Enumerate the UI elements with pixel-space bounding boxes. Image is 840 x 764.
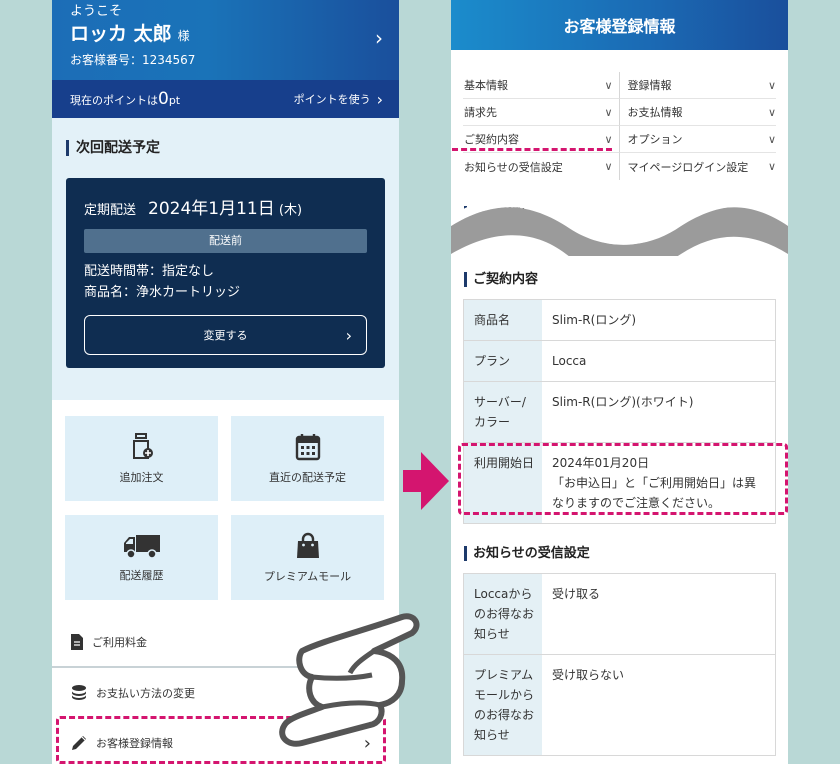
welcome-banner[interactable]: ようこそ ロッカ 太郎様 お客様番号：1234567 › bbox=[52, 0, 399, 80]
delivery-weekday: (木) bbox=[278, 203, 303, 218]
customer-info-screen: お客様登録情報 基本情報 ∨ 登録情報 ∨ 請求先 ∨ お支払情報 ∨ ご契約内容 ∨ オ… bbox=[451, 0, 788, 764]
chevron-down-icon: ∨ bbox=[767, 105, 776, 119]
table-row: 商品名 Slim-R(ロング) bbox=[464, 300, 775, 341]
calendar-icon bbox=[295, 433, 320, 460]
table-row: プレミアムモールからのお得なお知らせ 受け取らない bbox=[464, 655, 775, 756]
points-value: 0 bbox=[158, 89, 169, 109]
delivery-time-slot: 配送時間帯：指定なし bbox=[84, 264, 215, 279]
greeting-text: ようこそ bbox=[70, 4, 123, 19]
change-button-label: 変更する bbox=[203, 329, 248, 342]
delivery-type: 定期配送 bbox=[84, 203, 137, 218]
nav-login-settings[interactable]: マイページログイン設定 ∨ bbox=[620, 153, 777, 180]
notice-section-title: お知らせの受信設定 bbox=[464, 546, 788, 561]
chevron-down-icon: ∨ bbox=[604, 132, 613, 146]
tile-label: 直近の配送予定 bbox=[269, 470, 346, 484]
chevron-down-icon: ∨ bbox=[767, 160, 776, 173]
nav-payment-info[interactable]: お支払情報 ∨ bbox=[619, 99, 776, 126]
quick-menu-tiles: 追加注文 直近の配送予定 配送履歴 プレミアムモール bbox=[65, 416, 386, 600]
table-row: サーバー/カラー Slim-R(ロング)(ホワイト) bbox=[464, 382, 775, 443]
arrow-right-icon bbox=[403, 452, 449, 510]
chevron-down-icon: ∨ bbox=[604, 160, 613, 173]
use-points-link[interactable]: ポイントを使う › bbox=[294, 90, 383, 109]
chevron-down-icon: ∨ bbox=[767, 132, 776, 146]
truck-icon bbox=[123, 534, 160, 559]
change-delivery-button[interactable]: 変更する › bbox=[84, 315, 367, 355]
table-row: プラン Locca bbox=[464, 341, 775, 382]
tile-label: 追加注文 bbox=[119, 470, 164, 484]
nav-billing[interactable]: 請求先 ∨ bbox=[463, 99, 620, 126]
delivery-date: 2024年1月11日 bbox=[148, 199, 275, 219]
next-delivery-section: 次回配送予定 定期配送 2024年1月11日 (木) 配送前 配送時間帯：指定な… bbox=[52, 118, 399, 400]
tile-add-order[interactable]: 追加注文 bbox=[65, 416, 218, 501]
nav-registration-info[interactable]: 登録情報 ∨ bbox=[619, 72, 776, 99]
tile-label: 配送履歴 bbox=[119, 568, 164, 582]
coins-icon bbox=[72, 685, 86, 700]
highlight-contract-nav bbox=[452, 148, 612, 151]
honorific: 様 bbox=[177, 29, 190, 43]
chevron-down-icon: ∨ bbox=[604, 105, 613, 119]
add-order-icon bbox=[132, 432, 153, 459]
chevron-right-icon: › bbox=[345, 325, 352, 345]
chevron-right-icon[interactable]: › bbox=[375, 26, 383, 50]
chevron-right-icon: › bbox=[376, 89, 383, 109]
nav-notice-settings[interactable]: お知らせの受信設定 ∨ bbox=[463, 153, 620, 180]
document-icon bbox=[71, 634, 83, 650]
status-badge: 配送前 bbox=[84, 229, 367, 253]
points-bar: 現在のポイントは0pt ポイントを使う › bbox=[52, 80, 399, 118]
page-title: お客様登録情報 bbox=[451, 0, 788, 50]
tile-premium-mall[interactable]: プレミアムモール bbox=[231, 515, 384, 600]
contract-section-title: ご契約内容 bbox=[464, 272, 788, 287]
delivery-card: 定期配送 2024年1月11日 (木) 配送前 配送時間帯：指定なし 商品名：浄… bbox=[66, 178, 385, 368]
shopping-bag-icon bbox=[296, 532, 319, 558]
notice-table: Loccaからのお得なお知らせ 受け取る プレミアムモールからのお得なお知らせ … bbox=[463, 573, 776, 756]
section-nav: 基本情報 ∨ 登録情報 ∨ 請求先 ∨ お支払情報 ∨ ご契約内容 ∨ オプション ∨ お知… bbox=[451, 72, 788, 180]
points-label: 現在のポイントは bbox=[70, 94, 158, 107]
delivery-product: 商品名：浄水カートリッジ bbox=[84, 285, 241, 300]
table-row: Loccaからのお得なお知らせ 受け取る bbox=[464, 574, 775, 655]
customer-name: ロッカ 太郎 bbox=[70, 23, 172, 45]
tile-upcoming-delivery[interactable]: 直近の配送予定 bbox=[231, 416, 384, 501]
nav-options[interactable]: オプション ∨ bbox=[619, 126, 776, 153]
menu-item-label: ご利用料金 bbox=[92, 636, 147, 649]
nav-basic-info[interactable]: 基本情報 ∨ bbox=[463, 72, 620, 99]
chevron-down-icon: ∨ bbox=[604, 78, 613, 92]
highlight-start-date-row bbox=[458, 443, 788, 515]
menu-item-label: お支払い方法の変更 bbox=[96, 687, 195, 700]
chevron-down-icon: ∨ bbox=[767, 78, 776, 92]
points-unit: pt bbox=[168, 94, 181, 107]
customer-number: お客様番号：1234567 bbox=[70, 53, 196, 67]
tile-label: プレミアムモール bbox=[263, 569, 352, 583]
use-points-label: ポイントを使う bbox=[293, 93, 371, 106]
pointing-hand-icon bbox=[279, 613, 420, 747]
omission-wave bbox=[451, 196, 788, 256]
section-title: 次回配送予定 bbox=[66, 140, 385, 156]
tile-delivery-history[interactable]: 配送履歴 bbox=[65, 515, 218, 600]
